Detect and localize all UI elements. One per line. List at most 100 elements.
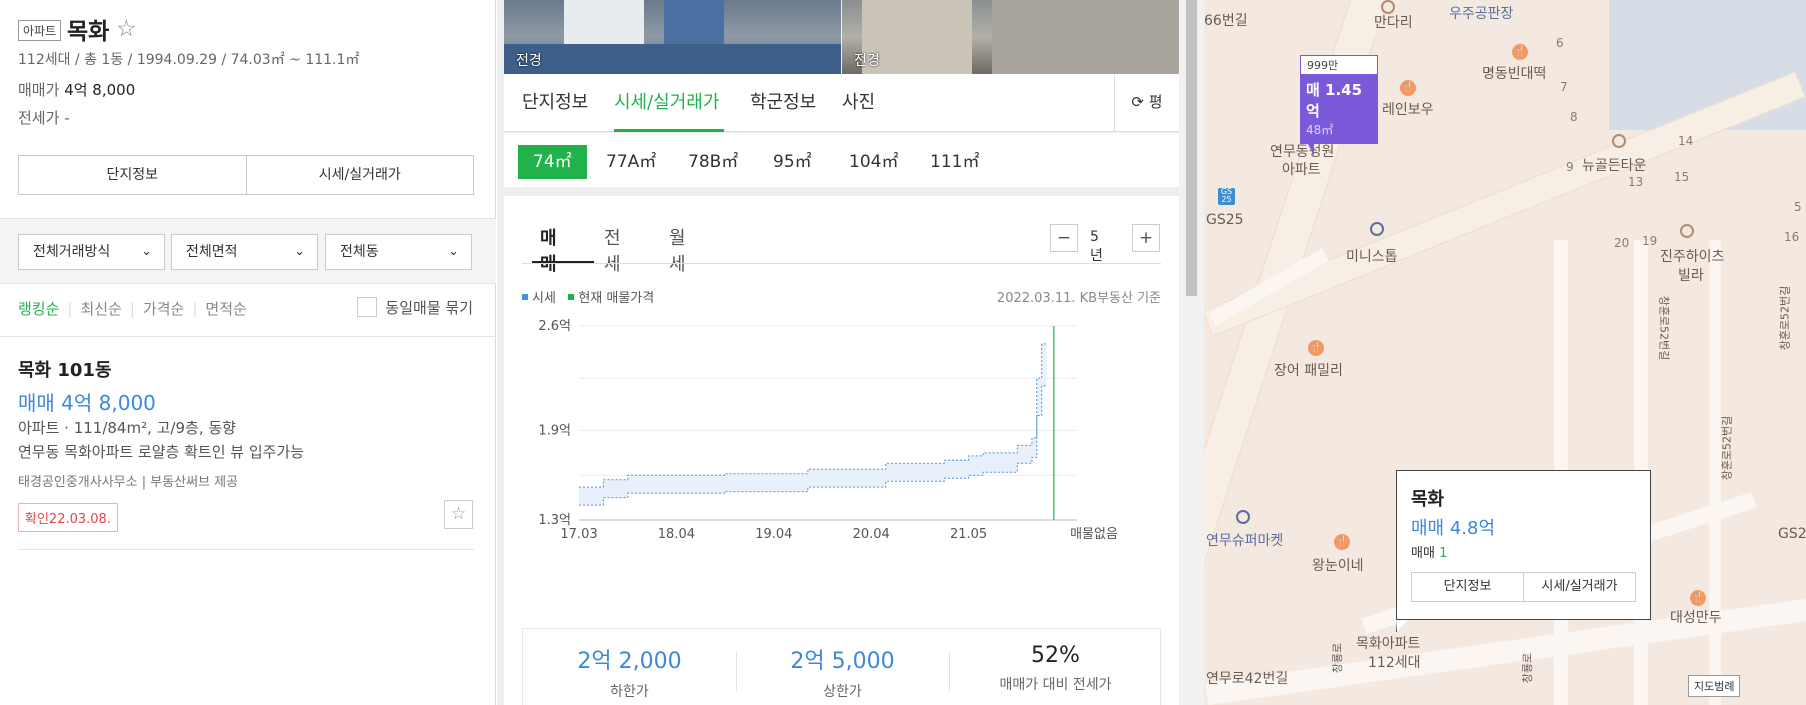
- sort-latest[interactable]: 최신순: [80, 300, 121, 318]
- period-minus-button[interactable]: −: [1050, 224, 1078, 252]
- building-icon: [1612, 134, 1626, 148]
- sale-price-value: 4억 8,000: [64, 81, 136, 99]
- map-label: 연무슈퍼마켓: [1206, 533, 1284, 549]
- size-tab[interactable]: 95㎡: [773, 145, 812, 179]
- map-label: 112세대: [1368, 655, 1421, 671]
- period-plus-button[interactable]: +: [1132, 224, 1160, 252]
- chevron-down-icon: ⌄: [141, 244, 152, 259]
- y-tick-label: 1.3억: [538, 513, 571, 528]
- building-dropdown[interactable]: 전체동 ⌄: [325, 234, 472, 270]
- restaurant-icon: 🍴: [1308, 340, 1324, 356]
- marker-area: 48㎡: [1306, 123, 1334, 137]
- stat-value: 52%: [1031, 643, 1080, 668]
- x-tick-label: 매물없음: [1070, 527, 1118, 542]
- popup-tail: [1396, 620, 1407, 632]
- detail-tabs: 단지정보 시세/실거래가 학군정보 사진 ⟳ 평: [504, 74, 1179, 132]
- restaurant-icon: 🍴: [1400, 80, 1416, 96]
- favorite-star-icon[interactable]: ☆: [116, 16, 137, 42]
- y-tick-label: 1.9억: [538, 423, 571, 438]
- map-label: 연무로42번길: [1206, 671, 1289, 687]
- tab-photos[interactable]: 사진: [842, 88, 875, 114]
- stat-lower: 2억 2,000 하한가: [523, 643, 736, 701]
- legend-market: 시세: [532, 291, 556, 306]
- refresh-icon: ⟳: [1131, 93, 1144, 111]
- size-tab[interactable]: 78B㎡: [688, 145, 738, 179]
- dedupe-toggle[interactable]: 동일매물 묶기: [357, 297, 473, 318]
- tab-jeonse[interactable]: 전세: [604, 224, 621, 276]
- period-value: 5년: [1090, 229, 1103, 264]
- y-tick-label: 2.6억: [538, 319, 571, 334]
- restaurant-icon: 🍴: [1690, 590, 1706, 606]
- listing-panel: 아파트 목화 ☆ 112세대 / 총 1동 / 1994.09.29 / 74.…: [0, 0, 496, 705]
- map-label: 장어 패밀리: [1274, 363, 1343, 379]
- map-label: 66번길: [1204, 13, 1248, 29]
- divider: [522, 263, 1161, 264]
- listing-title[interactable]: 목화 101동: [18, 356, 112, 382]
- photo-thumbnail[interactable]: 전경: [504, 0, 841, 74]
- map-lot-number: 5: [1794, 200, 1802, 214]
- size-tab[interactable]: 77A㎡: [606, 145, 656, 179]
- map[interactable]: 66번길 만다리 우주공판장 🍴 명동빈대떡 🍴 레인보우 연무동성원 아파트 …: [1204, 0, 1806, 705]
- complex-actions: 단지정보 시세/실거래가: [18, 155, 474, 195]
- scrollbar[interactable]: [1179, 0, 1204, 705]
- tab-sale[interactable]: 매매: [540, 224, 557, 276]
- map-label: 진주하이츠: [1660, 249, 1725, 265]
- marker-tail: [1302, 144, 1314, 156]
- sort-price[interactable]: 가격순: [143, 300, 184, 318]
- unit-toggle-button[interactable]: ⟳ 평: [1114, 74, 1179, 131]
- tab-price[interactable]: 시세/실거래가: [614, 88, 719, 114]
- popup-count: 매매 1: [1411, 542, 1447, 561]
- trade-type-dropdown[interactable]: 전체거래방식 ⌄: [18, 234, 165, 270]
- area-dropdown[interactable]: 전체면적 ⌄: [171, 234, 318, 270]
- x-tick-label: 17.03: [560, 527, 597, 542]
- complex-popup: 목화 매매 4.8억 매매 1 단지정보 시세/실거래가: [1396, 470, 1651, 620]
- photo-thumbnail[interactable]: 전경: [842, 0, 1179, 74]
- map-label: 대성만두: [1670, 610, 1722, 626]
- size-tab[interactable]: 104㎡: [849, 145, 898, 179]
- popup-price-button[interactable]: 시세/실거래가: [1524, 573, 1635, 601]
- popup-price: 매매 4.8억: [1411, 518, 1496, 539]
- sort-area[interactable]: 면적순: [205, 300, 246, 318]
- popup-info-button[interactable]: 단지정보: [1412, 573, 1524, 601]
- divider: [0, 336, 496, 337]
- complex-info-button[interactable]: 단지정보: [19, 156, 247, 194]
- stat-label: 매매가 대비 전세가: [999, 677, 1112, 693]
- map-lot-number: 19: [1642, 234, 1658, 248]
- tab-school[interactable]: 학군정보: [750, 88, 816, 114]
- map-lot-number: 8: [1570, 110, 1578, 124]
- tab-monthly[interactable]: 월세: [669, 224, 686, 276]
- unit-label: 평: [1148, 93, 1163, 111]
- stat-value: 2억 5,000: [790, 649, 895, 674]
- jeonse-price-row: 전세가 -: [18, 107, 70, 128]
- legend-current: 현재 매물가격: [578, 291, 655, 306]
- stat-label: 하한가: [610, 684, 649, 700]
- chevron-down-icon: ⌄: [294, 244, 305, 259]
- listing-description: 연무동 목화아파트 로얄층 확트인 뷰 입주가능: [18, 443, 305, 461]
- scrollbar-thumb[interactable]: [1186, 0, 1197, 296]
- map-label: 목화아파트: [1356, 636, 1421, 652]
- map-lot-number: 14: [1678, 134, 1694, 148]
- map-lot-number: 6: [1556, 36, 1564, 50]
- photo-strip: 전경 전경: [504, 0, 1179, 74]
- stat-ratio: 52% 매매가 대비 전세가: [949, 643, 1162, 694]
- price-stats: 2억 2,000 하한가 2억 5,000 상한가 52% 매매가 대비 전세가: [522, 628, 1161, 705]
- map-label: 창훈로52번길: [1778, 285, 1792, 351]
- size-tab[interactable]: 74㎡: [518, 145, 587, 179]
- gs25-icon: GS 25: [1218, 188, 1235, 205]
- store-icon: [1370, 222, 1384, 236]
- tab-complex-info[interactable]: 단지정보: [522, 88, 588, 114]
- size-tab[interactable]: 111㎡: [930, 145, 979, 179]
- stat-upper: 2억 5,000 상한가: [736, 643, 949, 701]
- price-marker[interactable]: 999만 매 1.45억 48㎡: [1300, 55, 1378, 156]
- map-legend-button[interactable]: 지도범례: [1688, 675, 1741, 697]
- marker-price: 매 1.45억: [1306, 81, 1363, 120]
- listing-favorite-star-icon[interactable]: ☆: [444, 500, 473, 529]
- dedupe-checkbox[interactable]: [357, 297, 378, 317]
- complex-name: 목화: [67, 19, 110, 45]
- price-history-button[interactable]: 시세/실거래가: [247, 156, 474, 194]
- popup-count-value: 1: [1439, 546, 1448, 561]
- data-basis-note: 2022.03.11. KB부동산 기준: [996, 291, 1161, 306]
- map-label: 창룡로: [1521, 652, 1535, 684]
- sort-ranking[interactable]: 랭킹순: [18, 300, 59, 318]
- jeonse-price-label: 전세가: [18, 109, 60, 127]
